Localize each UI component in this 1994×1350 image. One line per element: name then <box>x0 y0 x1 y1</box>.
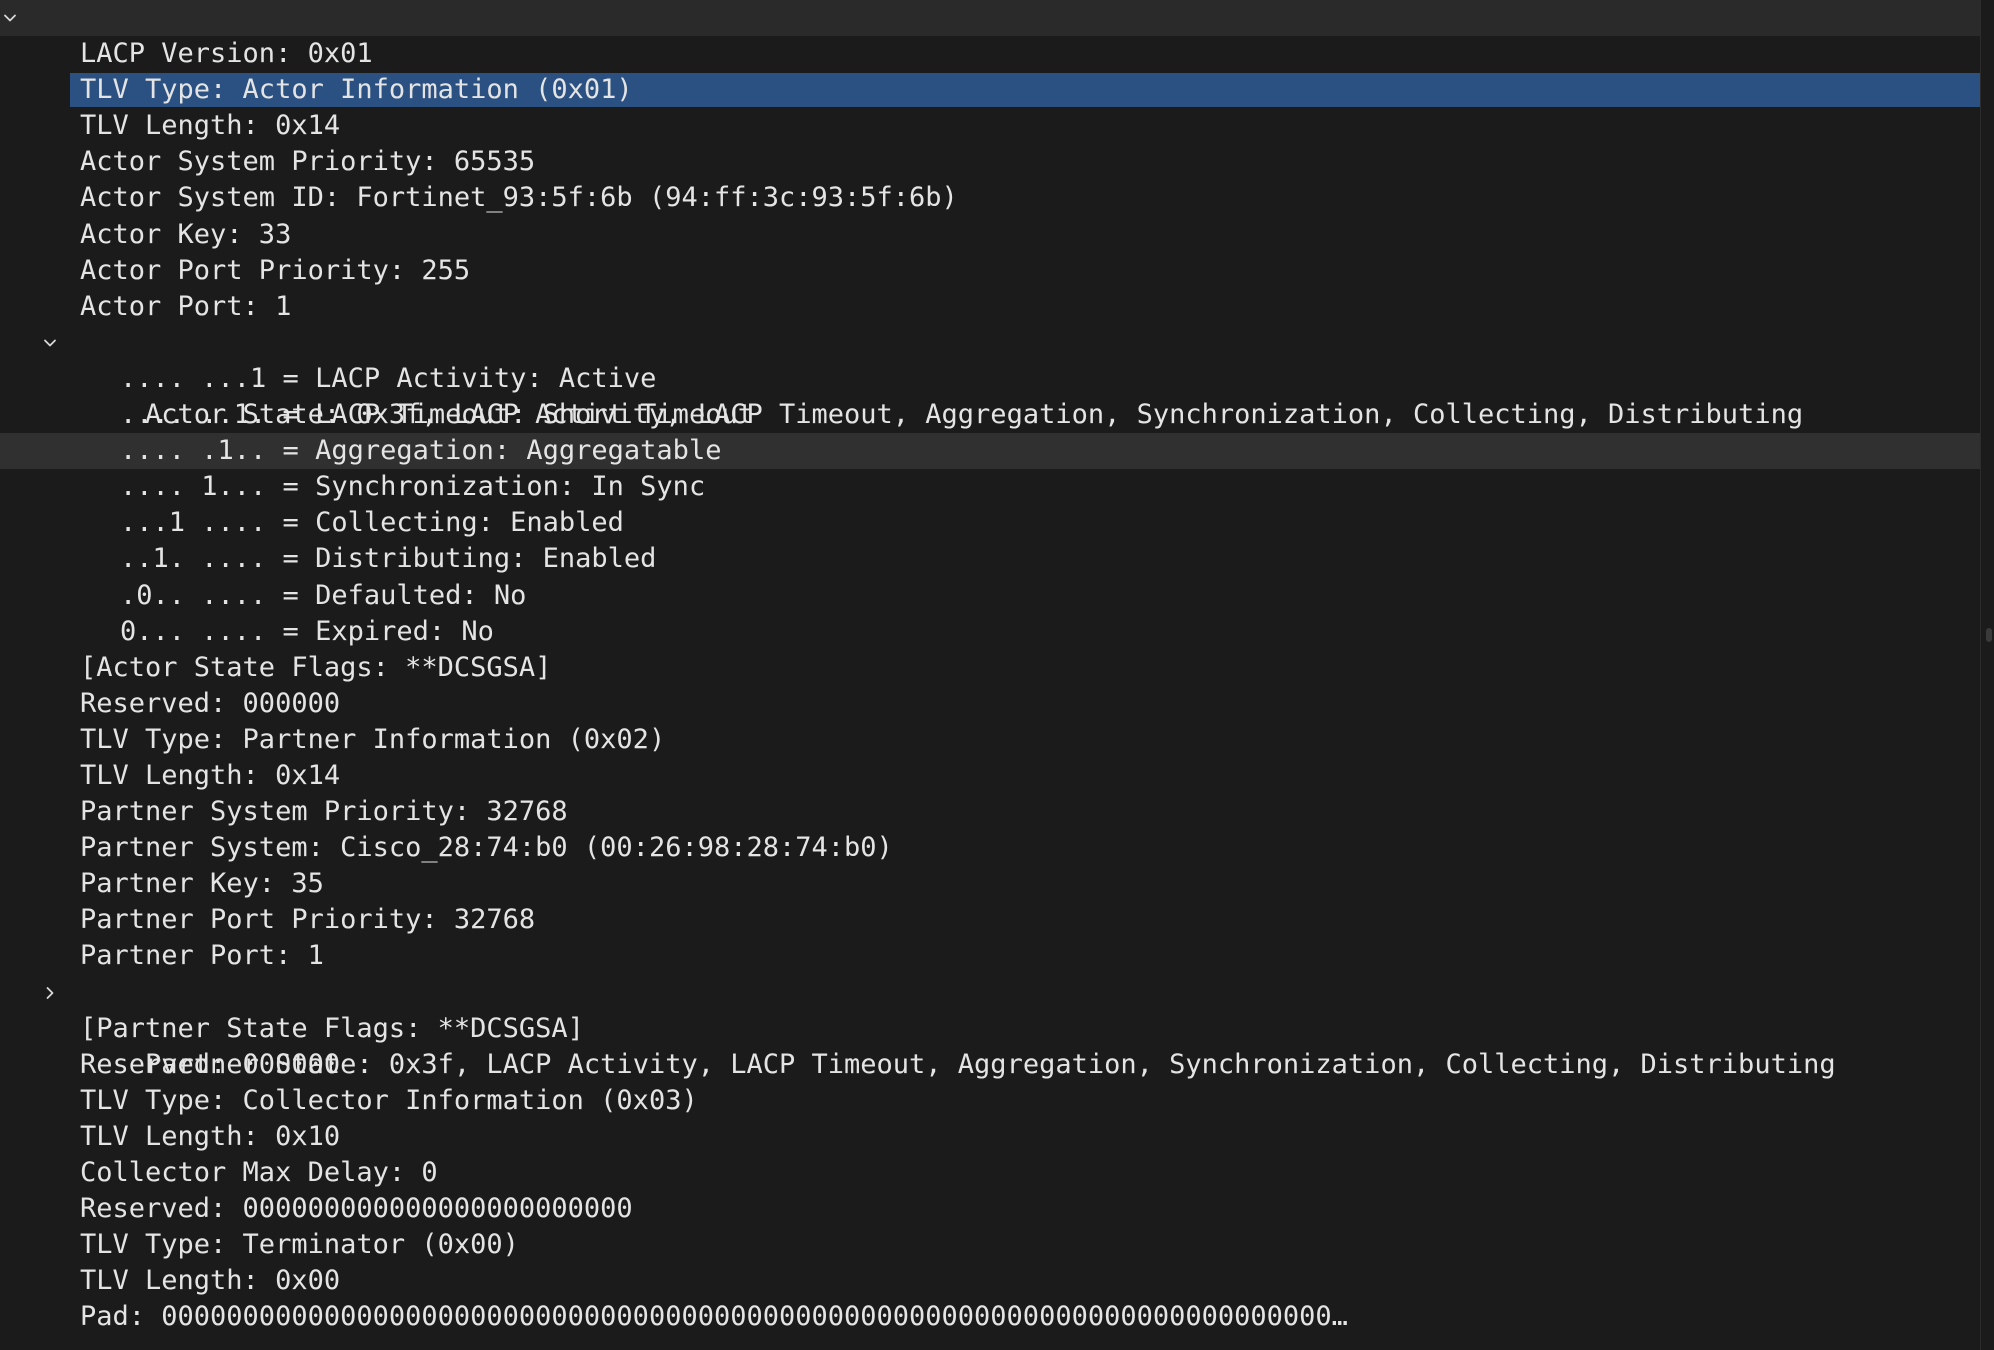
tree-row-label: Partner Port Priority: 32768 <box>80 904 536 936</box>
tree-row-collecting-bit[interactable]: ...1 .... = Collecting: Enabled <box>0 505 1980 541</box>
tree-row-label: Partner System Priority: 32768 <box>80 796 568 828</box>
tree-row-actor-tlv-type[interactable]: TLV Type: Actor Information (0x01) <box>0 72 1980 108</box>
packet-details-tree: Link Aggregation Control Protocol LACP V… <box>0 0 1980 1350</box>
tree-row-actor-system-priority[interactable]: Actor System Priority: 65535 <box>0 144 1980 180</box>
tree-row-label: Reserved: 000000000000000000000000 <box>80 1193 633 1225</box>
tree-row-label: Reserved: 000000 <box>80 1048 341 1080</box>
tree-row-defaulted-bit[interactable]: .0.. .... = Defaulted: No <box>0 578 1980 614</box>
tree-row-actor-port[interactable]: Actor Port: 1 <box>0 289 1980 325</box>
tree-row-partner-tlv-type[interactable]: TLV Type: Partner Information (0x02) <box>0 722 1980 758</box>
tree-row-label: Partner System: Cisco_28:74:b0 (00:26:98… <box>80 832 893 864</box>
tree-row-label: TLV Type: Actor Information (0x01) <box>80 74 633 106</box>
tree-row-label: .... ...1 = LACP Activity: Active <box>120 362 657 394</box>
tree-row-label: TLV Length: 0x14 <box>80 759 341 791</box>
tree-row-label: .... 1... = Synchronization: In Sync <box>120 471 706 503</box>
tree-row-label: Collector Max Delay: 0 <box>80 1157 438 1188</box>
tree-row-actor-state-flags[interactable]: [Actor State Flags: **DCSGSA] <box>0 650 1980 686</box>
tree-row-actor-key[interactable]: Actor Key: 33 <box>0 217 1980 253</box>
tree-row-label: [Partner State Flags: **DCSGSA] <box>80 1012 584 1044</box>
tree-row-label: 0... .... = Expired: No <box>120 615 494 647</box>
tree-row-aggregation-bit[interactable]: .... .1.. = Aggregation: Aggregatable <box>0 433 1980 470</box>
tree-row-lacp-version[interactable]: LACP Version: 0x01 <box>0 36 1980 72</box>
tree-row-label: .0.. .... = Defaulted: No <box>120 579 527 611</box>
tree-row-root[interactable]: Link Aggregation Control Protocol <box>0 0 1980 105</box>
tree-row-label: TLV Length: 0x10 <box>80 1120 341 1152</box>
tree-row-lacp-activity-bit[interactable]: .... ...1 = LACP Activity: Active <box>0 361 1980 397</box>
tree-row-partner-system-priority[interactable]: Partner System Priority: 32768 <box>0 794 1980 830</box>
tree-row-label: Actor System ID: Fortinet_93:5f:6b (94:f… <box>80 182 958 214</box>
tree-row-collector-reserved[interactable]: Reserved: 000000000000000000000000 <box>0 1191 1980 1227</box>
tree-row-terminator-tlv-type[interactable]: TLV Type: Terminator (0x00) <box>0 1227 1980 1263</box>
tree-row-partner-port-priority[interactable]: Partner Port Priority: 32768 <box>0 902 1980 938</box>
chevron-right-icon[interactable] <box>40 975 60 1011</box>
tree-row-label: [Actor State Flags: **DCSGSA] <box>80 651 552 683</box>
tree-row-actor-system-id[interactable]: Actor System ID: Fortinet_93:5f:6b (94:f… <box>0 180 1980 216</box>
tree-row-terminator-tlv-length[interactable]: TLV Length: 0x00 <box>0 1263 1980 1299</box>
tree-row-label: LACP Version: 0x01 <box>80 38 373 70</box>
tree-row-label: TLV Type: Partner Information (0x02) <box>80 723 666 755</box>
tree-row-pad[interactable]: Pad: 00000000000000000000000000000000000… <box>0 1299 1980 1335</box>
tree-row-partner-port[interactable]: Partner Port: 1 <box>0 938 1980 974</box>
chevron-down-icon[interactable] <box>0 0 20 36</box>
tree-row-partner-tlv-length[interactable]: TLV Length: 0x14 <box>0 758 1980 794</box>
tree-row-synchronization-bit[interactable]: .... 1... = Synchronization: In Sync <box>0 469 1980 505</box>
tree-row-label: ...1 .... = Collecting: Enabled <box>120 507 624 539</box>
tree-row-collector-max-delay[interactable]: Collector Max Delay: 0 <box>0 1155 1980 1191</box>
tree-row-label: Actor System Priority: 65535 <box>80 146 536 178</box>
tree-row-label: ..1. .... = Distributing: Enabled <box>120 543 657 575</box>
tree-row-lacp-timeout-bit[interactable]: .... ..1. = LACP Timeout: Short Timeout <box>0 397 1980 433</box>
chevron-down-icon[interactable] <box>40 325 60 361</box>
tree-row-label: Reserved: 000000 <box>80 687 341 719</box>
tree-row-label: .... ..1. = LACP Timeout: Short Timeout <box>120 399 754 431</box>
tree-row-actor-port-priority[interactable]: Actor Port Priority: 255 <box>0 253 1980 289</box>
tree-row-actor-tlv-length[interactable]: TLV Length: 0x14 <box>0 108 1980 144</box>
vertical-scrollbar[interactable] <box>1980 0 1994 1350</box>
tree-row-label: Partner Key: 35 <box>80 868 324 900</box>
tree-row-partner-state[interactable]: Partner State: 0x3f, LACP Activity, LACP… <box>0 975 1980 1080</box>
tree-row-collector-tlv-type[interactable]: TLV Type: Collector Information (0x03) <box>0 1083 1980 1119</box>
tree-row-actor-reserved[interactable]: Reserved: 000000 <box>0 686 1980 722</box>
tree-row-partner-state-flags[interactable]: [Partner State Flags: **DCSGSA] <box>0 1011 1980 1047</box>
tree-row-label: Actor Key: 33 <box>80 218 292 250</box>
tree-row-partner-key[interactable]: Partner Key: 35 <box>0 866 1980 902</box>
tree-row-label: Actor Port: 1 <box>80 290 292 322</box>
scrollbar-thumb[interactable] <box>1986 628 1992 642</box>
tree-row-label: Partner Port: 1 <box>80 940 324 972</box>
tree-row-partner-reserved[interactable]: Reserved: 000000 <box>0 1047 1980 1083</box>
tree-row-partner-system[interactable]: Partner System: Cisco_28:74:b0 (00:26:98… <box>0 830 1980 866</box>
tree-row-distributing-bit[interactable]: ..1. .... = Distributing: Enabled <box>0 541 1980 577</box>
tree-row-expired-bit[interactable]: 0... .... = Expired: No <box>0 614 1980 650</box>
tree-row-label: Pad: 00000000000000000000000000000000000… <box>80 1301 1348 1333</box>
tree-row-label: TLV Type: Terminator (0x00) <box>80 1229 519 1261</box>
tree-row-label: TLV Length: 0x14 <box>80 110 341 142</box>
tree-row-label: TLV Length: 0x00 <box>80 1265 341 1297</box>
tree-row-actor-state[interactable]: Actor State: 0x3f, LACP Activity, LACP T… <box>0 325 1980 430</box>
tree-row-collector-tlv-length[interactable]: TLV Length: 0x10 <box>0 1119 1980 1155</box>
tree-row-label: Actor Port Priority: 255 <box>80 254 471 286</box>
tree-row-label: .... .1.. = Aggregation: Aggregatable <box>120 435 722 467</box>
tree-row-label: TLV Type: Collector Information (0x03) <box>80 1084 698 1116</box>
